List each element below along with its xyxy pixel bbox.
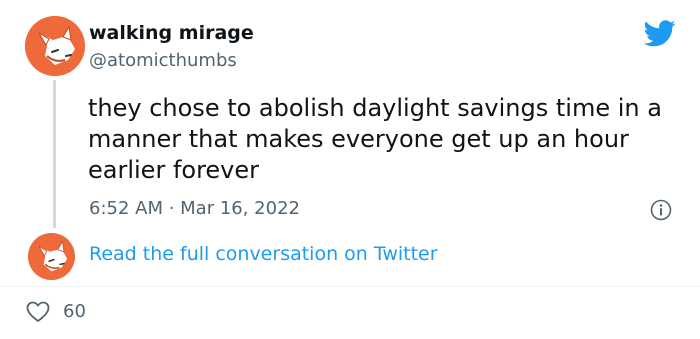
read-full-conversation-link[interactable]: Read the full conversation on Twitter — [89, 243, 438, 265]
like-count: 60 — [63, 301, 86, 322]
tweet-timestamp[interactable]: 6:52 AM · Mar 16, 2022 — [89, 198, 300, 219]
fox-avatar-small-icon — [28, 233, 75, 280]
tweet-text: they chose to abolish daylight savings t… — [88, 94, 662, 184]
author-display-name[interactable]: walking mirage — [89, 22, 254, 44]
author-avatar[interactable] — [25, 16, 85, 76]
fox-avatar-icon — [25, 16, 85, 76]
info-icon[interactable] — [650, 199, 672, 221]
thread-connector-line — [53, 80, 56, 228]
footer-divider — [0, 286, 700, 287]
author-handle[interactable]: @atomicthumbs — [89, 50, 237, 71]
heart-icon[interactable] — [26, 301, 50, 323]
twitter-bird-icon[interactable] — [643, 20, 676, 47]
conversation-avatar[interactable] — [28, 233, 75, 280]
